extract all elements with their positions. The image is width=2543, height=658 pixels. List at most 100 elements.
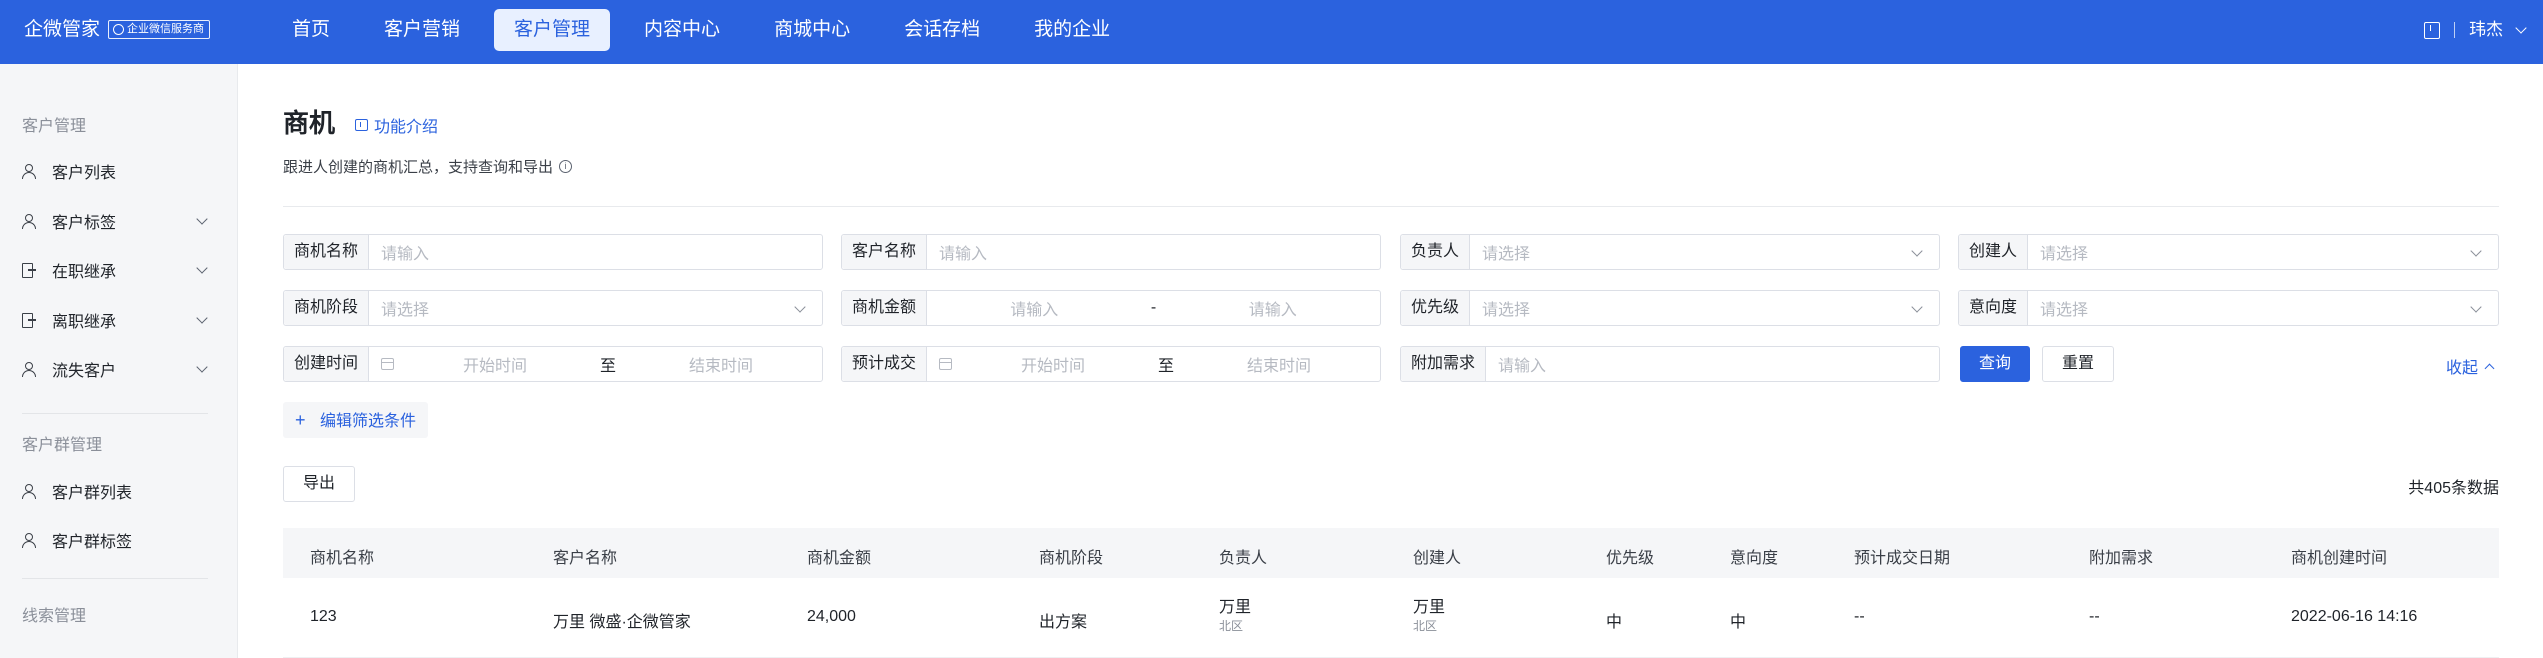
sidebar-item-label: 客户群列表 (52, 485, 133, 502)
priority-select-value[interactable]: 请选择 (1470, 296, 1939, 320)
cell-owner: 万里 北区 (1219, 598, 1251, 634)
sidebar: 客户管理 客户列表 客户标签 在职继承 离职继承 流失客户 客户群管理 客户群列… (0, 64, 238, 658)
sidebar-item-resigned-inherit[interactable]: 离职继承 (0, 300, 238, 340)
stage-select-value[interactable]: 请选择 (369, 296, 822, 320)
query-button[interactable]: 查询 (1960, 346, 2030, 382)
field-label: 商机名称 (284, 235, 370, 269)
owner-select[interactable]: 负责人 请选择 (1400, 234, 1940, 270)
field-label: 意向度 (1959, 291, 2029, 325)
sidebar-item-label: 在职继承 (52, 264, 117, 281)
owner-select-value[interactable]: 请选择 (1470, 240, 1939, 264)
door-icon (22, 263, 36, 278)
date-range: 开始时间 至 结束时间 (369, 352, 822, 376)
sidebar-item-label: 离职继承 (52, 314, 117, 331)
calendar-icon (939, 358, 953, 370)
creator-dept: 北区 (1413, 619, 1438, 633)
intention-select[interactable]: 意向度 请选择 (1958, 290, 2499, 326)
sidebar-divider (22, 413, 208, 414)
feature-intro-link[interactable]: 功能介绍 (355, 113, 438, 137)
info-icon[interactable]: i (559, 160, 573, 173)
start-time-input[interactable]: 开始时间 (394, 352, 596, 376)
sidebar-item-label: 客户群标签 (52, 534, 133, 551)
amount-to-input[interactable]: 请输入 (1166, 296, 1381, 320)
intention-select-value[interactable]: 请选择 (2028, 296, 2498, 320)
nav-content-center[interactable]: 内容中心 (624, 9, 740, 51)
subtitle-text: 跟进人创建的商机汇总，支持查询和导出 (283, 159, 554, 176)
sidebar-item-lost-customers[interactable]: 流失客户 (0, 349, 238, 389)
column-header[interactable]: 商机金额 (807, 544, 871, 568)
reset-button[interactable]: 重置 (2042, 346, 2114, 382)
top-navigation-bar: 企微管家 企业微信服务商 首页 客户营销 客户管理 内容中心 商城中心 会话存档… (0, 0, 2543, 64)
column-header[interactable]: 负责人 (1219, 544, 1267, 568)
chevron-up-icon (2484, 363, 2495, 373)
end-time-input[interactable]: 结束时间 (620, 352, 822, 376)
customer-name-field[interactable]: 客户名称 请输入 (841, 234, 1381, 270)
chevron-down-icon (196, 361, 208, 373)
customer-name-input[interactable]: 请输入 (927, 240, 1380, 264)
nav-home[interactable]: 首页 (272, 9, 350, 51)
stage-select[interactable]: 商机阶段 请选择 (283, 290, 823, 326)
user-icon (22, 214, 36, 229)
cell-expected-date: -- (1854, 608, 1865, 625)
column-header[interactable]: 商机创建时间 (2291, 544, 2387, 568)
sidebar-item-group-list[interactable]: 客户群列表 (0, 471, 238, 511)
nav-customer-marketing[interactable]: 客户营销 (364, 9, 480, 51)
range-separator: 至 (1158, 358, 1175, 375)
field-label: 优先级 (1401, 291, 1471, 325)
cell-opp-name[interactable]: 123 (310, 608, 337, 626)
nav-chat-archive[interactable]: 会话存档 (884, 9, 1000, 51)
user-name[interactable]: 玮杰 (2469, 18, 2503, 42)
collapse-filters-link[interactable]: 收起 (2446, 354, 2495, 378)
divider (2454, 22, 2455, 38)
sidebar-item-customer-list[interactable]: 客户列表 (0, 151, 238, 191)
user-icon (22, 484, 36, 499)
extra-needs-field[interactable]: 附加需求 请输入 (1400, 346, 1940, 382)
nav-my-company[interactable]: 我的企业 (1014, 9, 1130, 51)
cell-customer[interactable]: 万里 微盛·企微管家 (553, 608, 691, 632)
creator-select-value[interactable]: 请选择 (2028, 240, 2498, 264)
amount-range-field[interactable]: 商机金额 请输入 - 请输入 (841, 290, 1381, 326)
collapse-label: 收起 (2446, 360, 2479, 377)
creator-name: 万里 (1413, 599, 1446, 616)
chevron-down-icon[interactable] (2515, 22, 2527, 34)
edit-filter-label: 编辑筛选条件 (319, 413, 416, 430)
sidebar-item-group-tags[interactable]: 客户群标签 (0, 520, 238, 560)
created-time-range[interactable]: 创建时间 开始时间 至 结束时间 (283, 346, 823, 382)
column-header[interactable]: 预计成交日期 (1854, 544, 1950, 568)
column-header[interactable]: 商机名称 (310, 544, 374, 568)
nav-customer-management[interactable]: 客户管理 (494, 9, 611, 51)
export-button[interactable]: 导出 (283, 466, 355, 502)
column-header[interactable]: 意向度 (1730, 544, 1778, 568)
sidebar-item-onjob-inherit[interactable]: 在职继承 (0, 250, 238, 290)
field-label: 预计成交 (842, 347, 928, 381)
cell-created-at: 2022-06-16 14:16 (2291, 608, 2418, 625)
sidebar-item-label: 流失客户 (52, 363, 117, 380)
end-time-input[interactable]: 结束时间 (1178, 352, 1380, 376)
service-provider-badge: 企业微信服务商 (108, 20, 210, 39)
opp-name-input[interactable]: 请输入 (369, 240, 822, 264)
column-header[interactable]: 商机阶段 (1039, 544, 1103, 568)
start-time-input[interactable]: 开始时间 (952, 352, 1154, 376)
edit-filter-button[interactable]: + 编辑筛选条件 (283, 402, 428, 438)
expected-deal-range[interactable]: 预计成交 开始时间 至 结束时间 (841, 346, 1381, 382)
help-book-icon[interactable] (2424, 21, 2440, 39)
opp-name-field[interactable]: 商机名称 请输入 (283, 234, 823, 270)
user-icon (22, 164, 36, 179)
header-divider (283, 206, 2499, 207)
column-header[interactable]: 创建人 (1413, 544, 1461, 568)
brand-name[interactable]: 企微管家 (24, 18, 100, 42)
user-icon (22, 362, 36, 377)
feature-intro-label: 功能介绍 (374, 119, 439, 136)
column-header[interactable]: 客户名称 (553, 544, 617, 568)
amount-from-input[interactable]: 请输入 (927, 296, 1142, 320)
creator-select[interactable]: 创建人 请选择 (1958, 234, 2499, 270)
badge-label: 企业微信服务商 (127, 23, 204, 35)
nav-mall-center[interactable]: 商城中心 (754, 9, 870, 51)
book-icon (355, 119, 368, 131)
priority-select[interactable]: 优先级 请选择 (1400, 290, 1940, 326)
extra-needs-input[interactable]: 请输入 (1486, 352, 1939, 376)
amount-range: 请输入 - 请输入 (927, 296, 1380, 320)
column-header[interactable]: 优先级 (1606, 544, 1654, 568)
sidebar-item-customer-tags[interactable]: 客户标签 (0, 201, 238, 241)
column-header[interactable]: 附加需求 (2089, 544, 2153, 568)
